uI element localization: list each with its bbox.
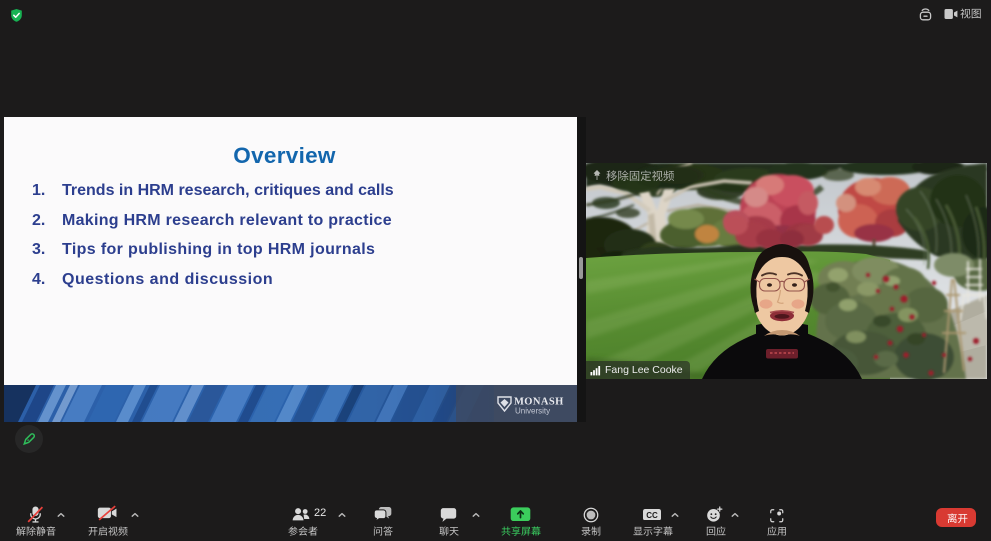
- svg-text:CC: CC: [646, 510, 658, 519]
- svg-text:University: University: [515, 407, 550, 416]
